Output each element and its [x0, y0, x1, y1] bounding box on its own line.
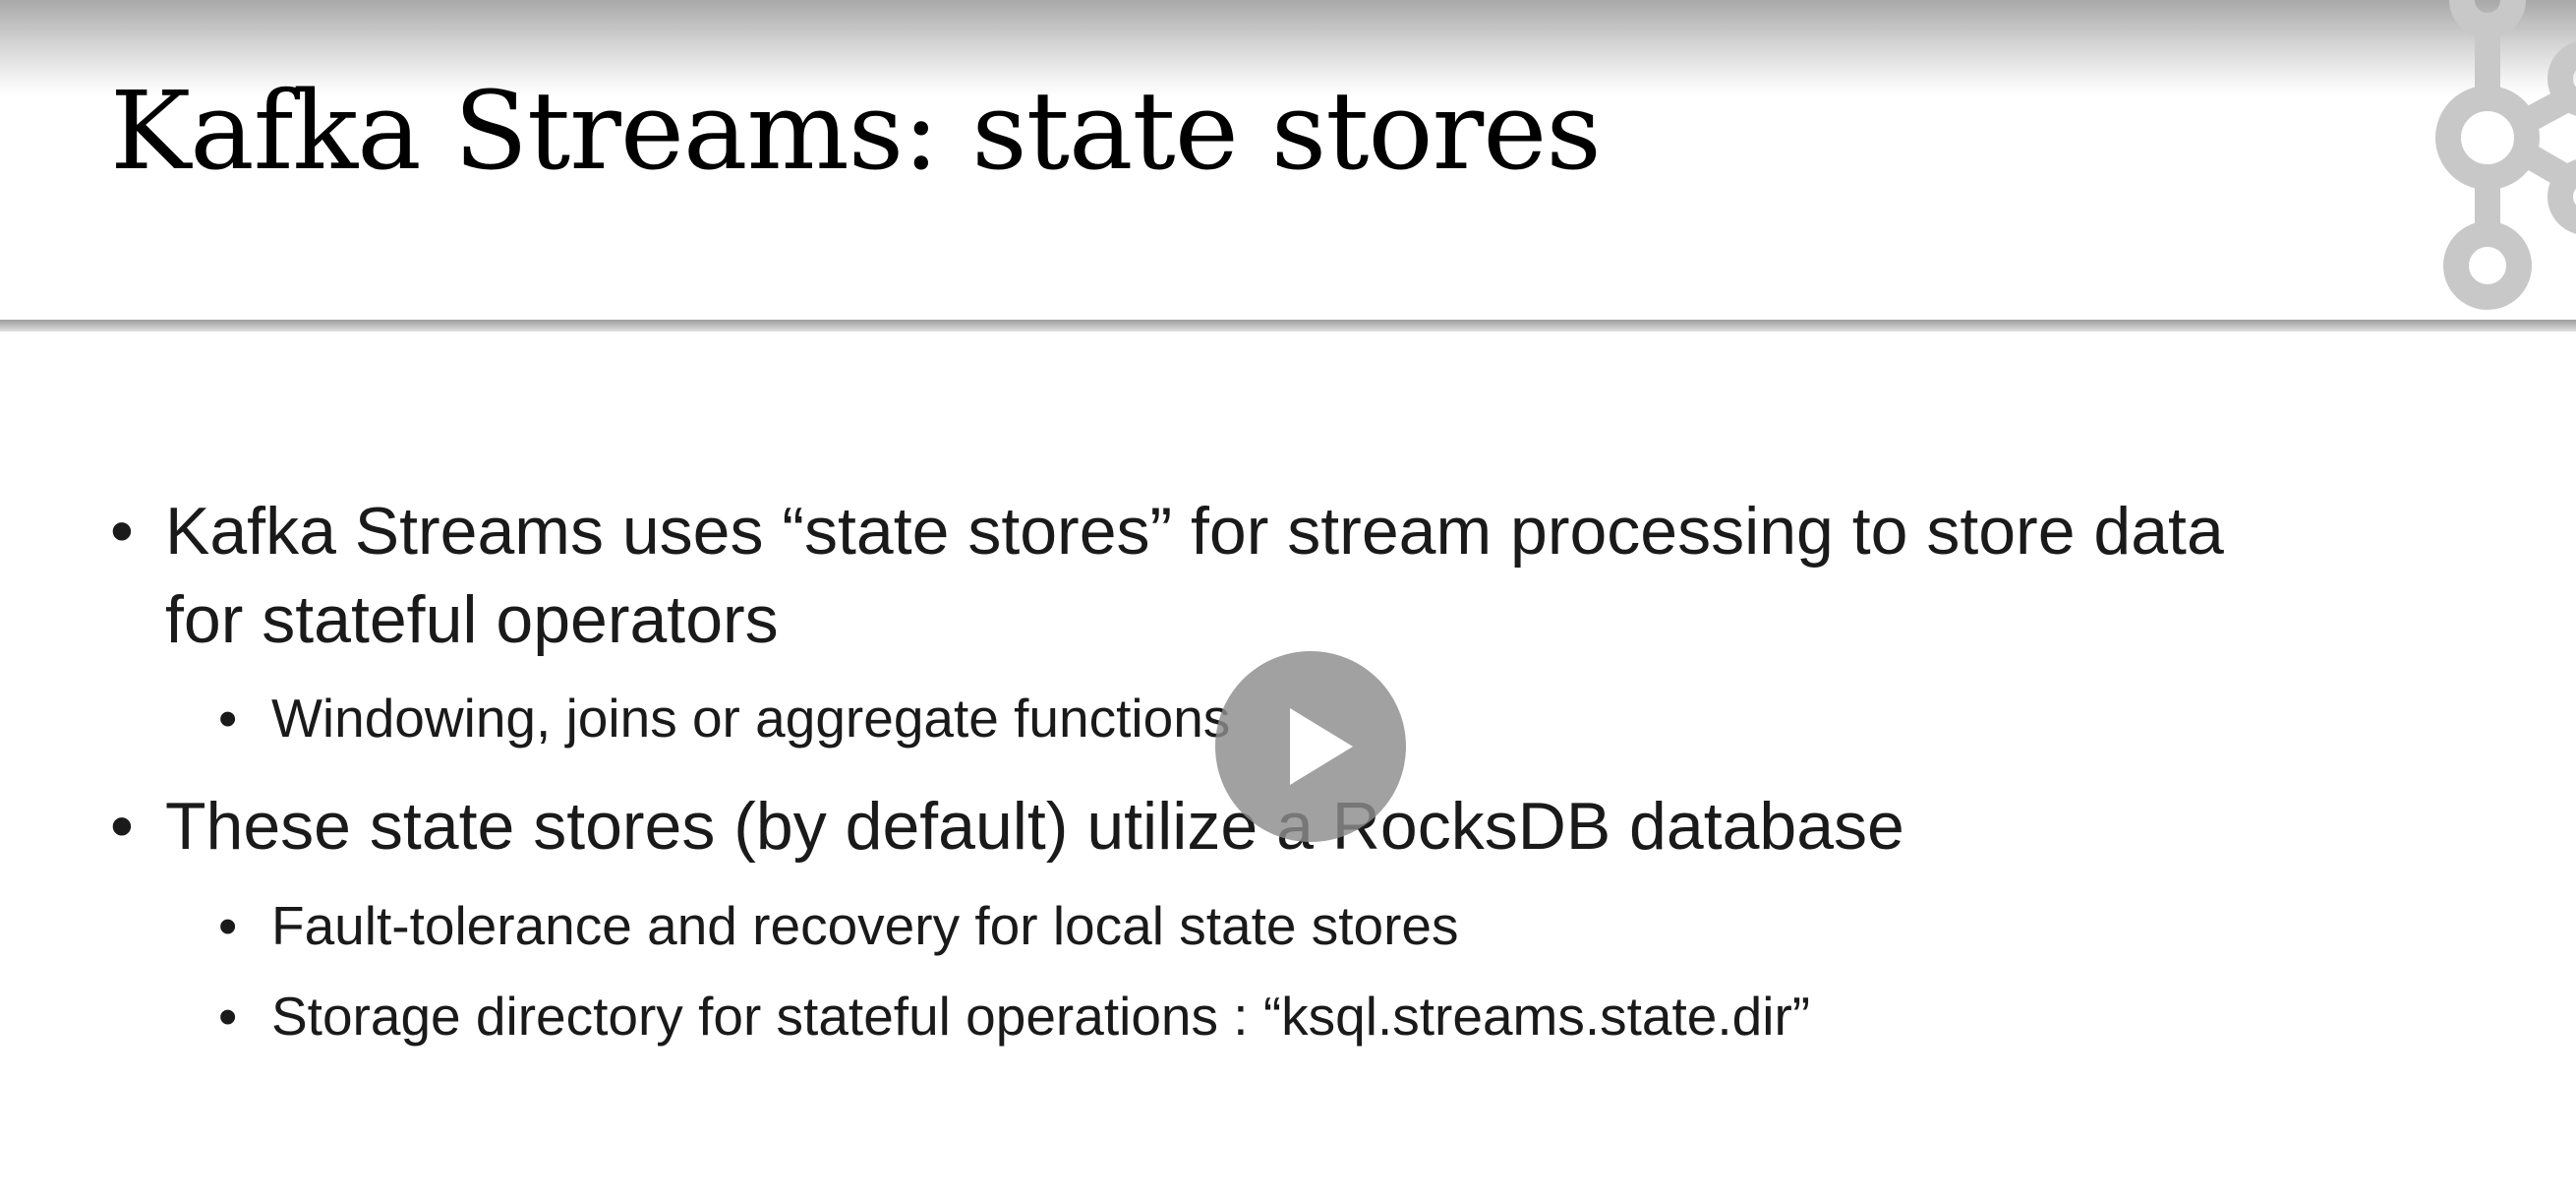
sub-bullet-text: Storage directory for stateful operation…	[271, 986, 1811, 1047]
bullet-text: Kafka Streams uses “state stores” for st…	[165, 494, 2224, 569]
play-button[interactable]	[1215, 651, 1406, 842]
sub-bullet-text: Windowing, joins or aggregate functions	[271, 688, 1231, 749]
bullet-dot: •	[110, 789, 134, 864]
bullet-dot: •	[110, 494, 134, 569]
bullet-dot: •	[218, 895, 238, 956]
bullet-dot: •	[218, 688, 238, 749]
bullet-text: for stateful operators	[165, 582, 779, 657]
sub-bullet-text: Fault-tolerance and recovery for local s…	[271, 895, 1459, 956]
bullet-dot: •	[218, 986, 238, 1047]
video-slide: Kafka Streams: state stores • Kafka Stre…	[0, 0, 2576, 1200]
bullet-text: These state stores (by default) utilize …	[165, 789, 1904, 864]
slide-body: • Kafka Streams uses “state stores” for …	[0, 0, 2576, 1200]
play-icon	[1290, 708, 1353, 785]
